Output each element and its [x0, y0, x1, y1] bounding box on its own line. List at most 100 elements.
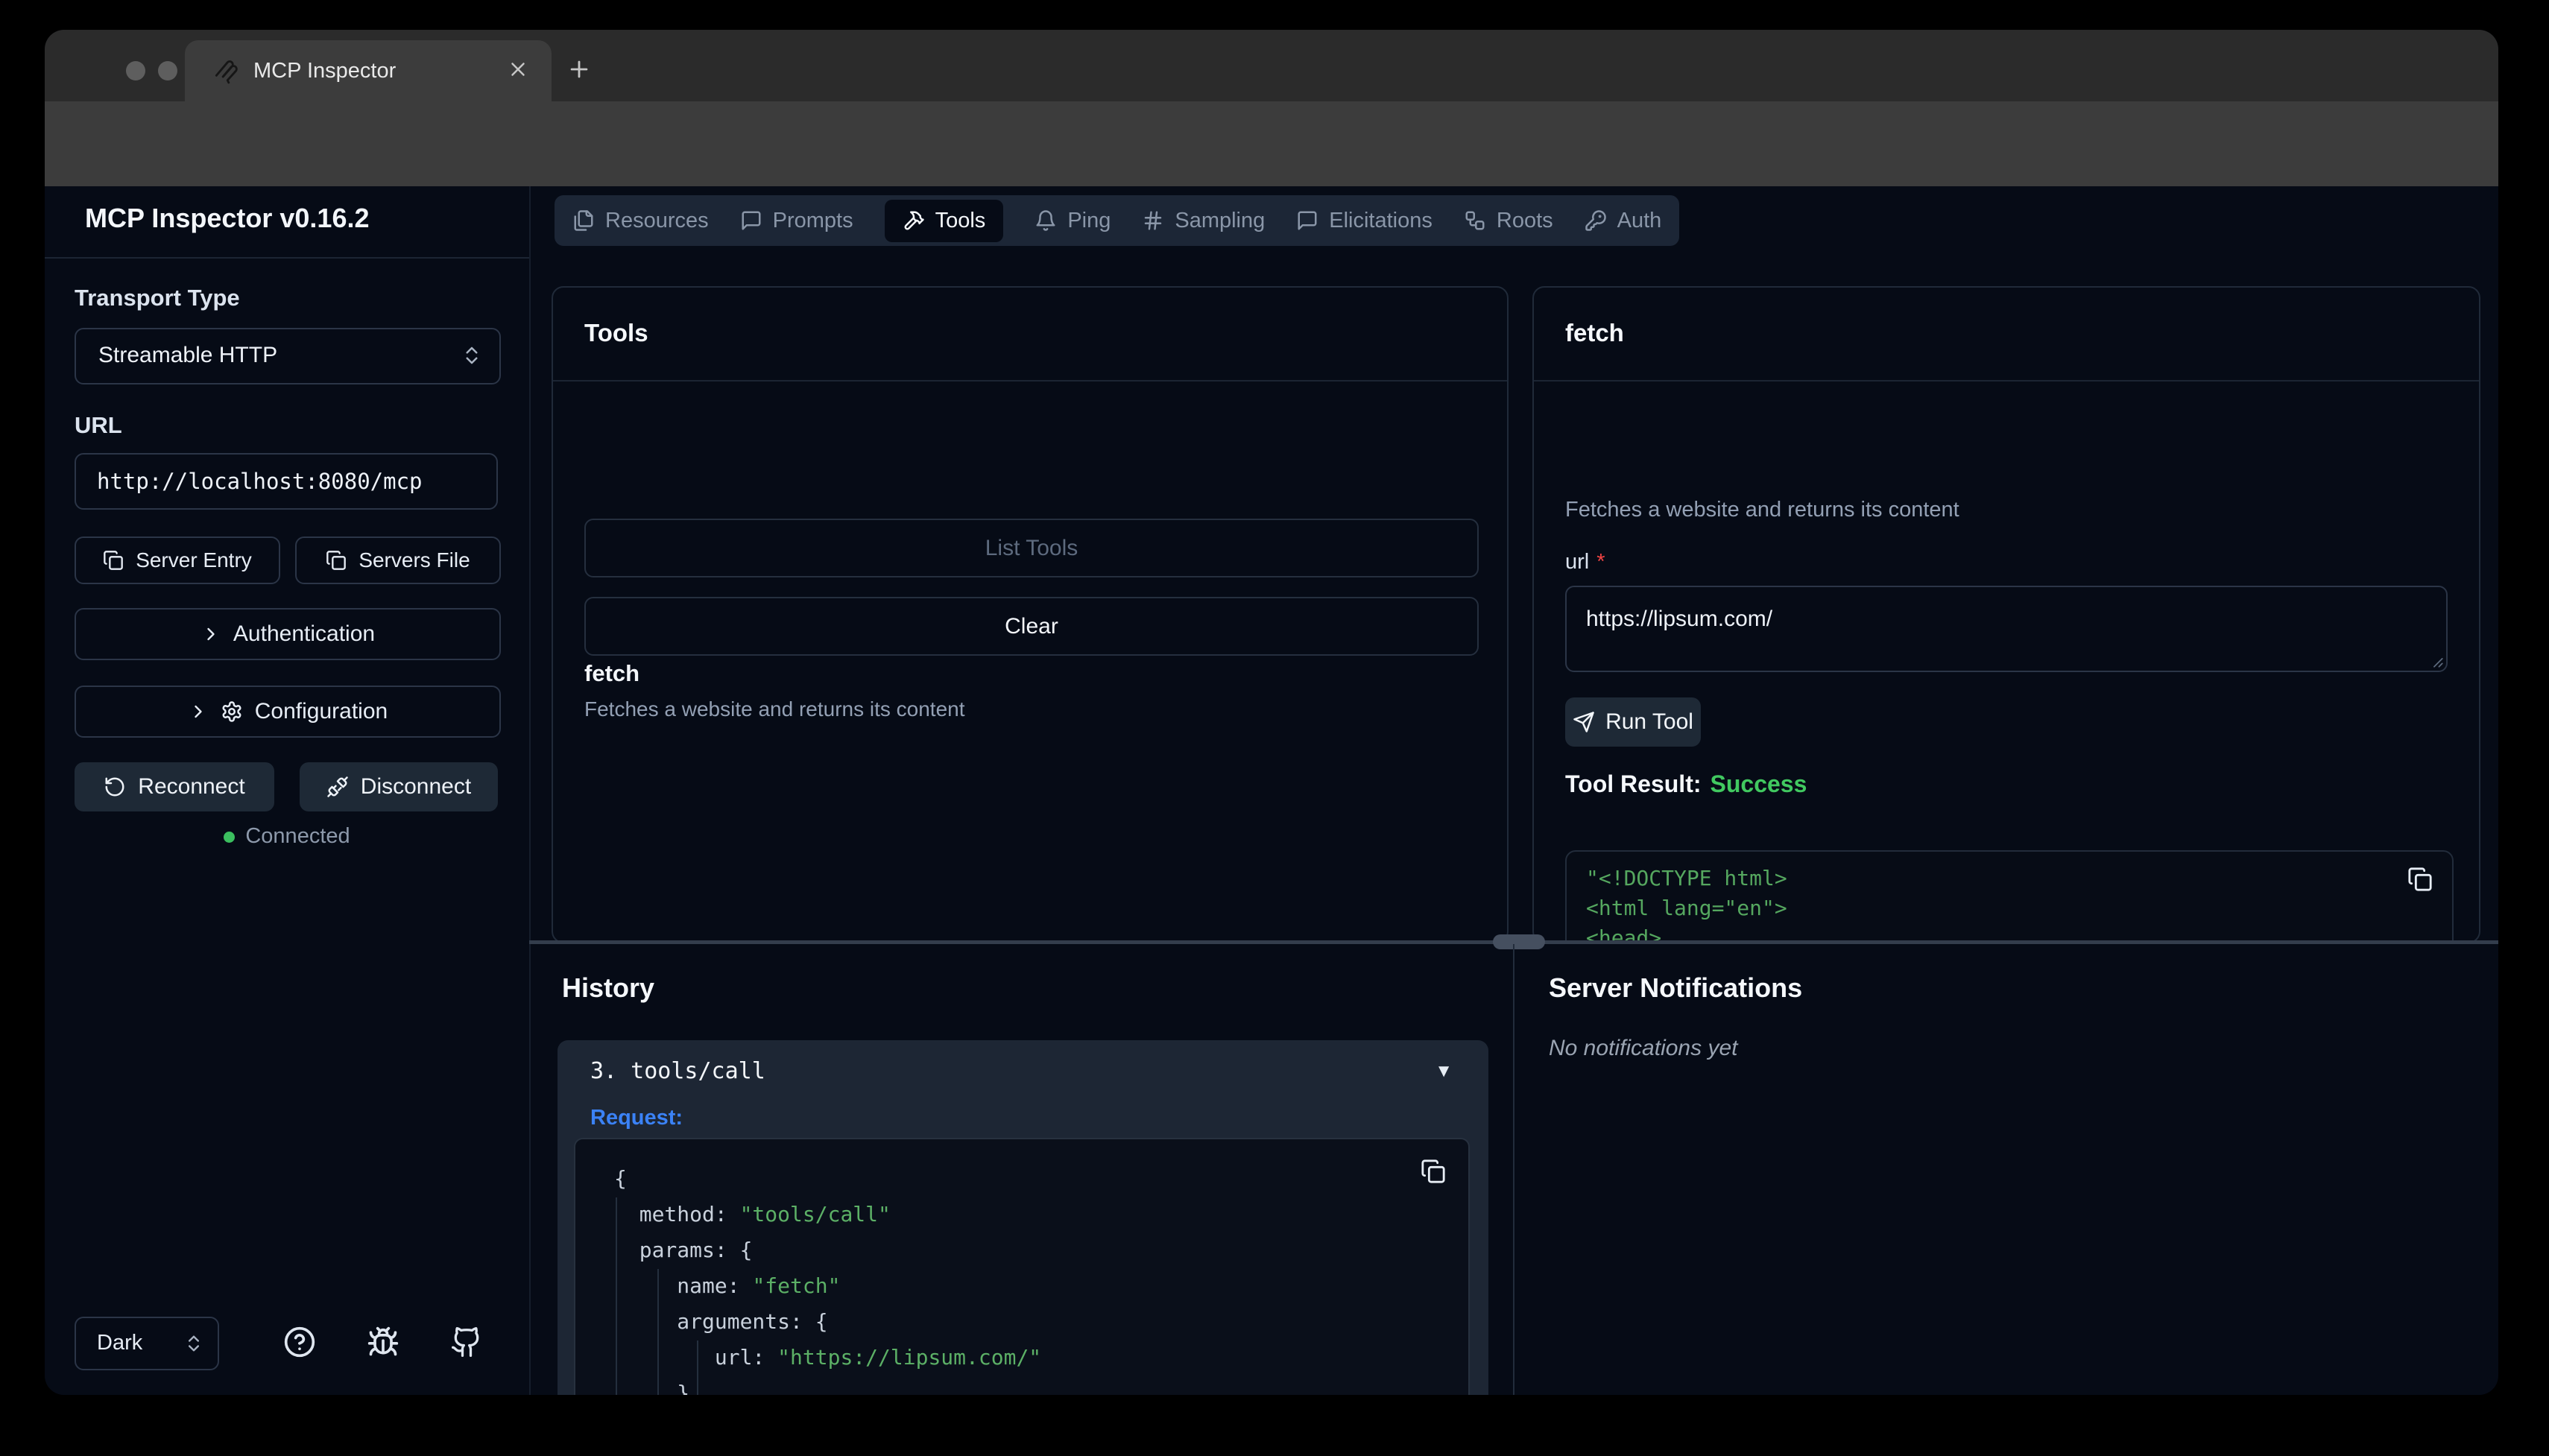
tab-label: Tools — [935, 209, 986, 233]
collapse-caret-icon[interactable]: ▼ — [1435, 1061, 1453, 1082]
tab-close-icon[interactable] — [507, 58, 529, 80]
tab-ping[interactable]: Ping — [1035, 209, 1111, 233]
tab-prompts[interactable]: Prompts — [740, 209, 853, 233]
result-status-badge: Success — [1711, 770, 1807, 797]
github-icon[interactable] — [450, 1326, 483, 1362]
chevron-right-icon — [188, 701, 209, 722]
splitter-grip[interactable] — [1493, 934, 1545, 949]
panel-divider — [1534, 380, 2479, 382]
transport-type-value: Streamable HTTP — [98, 343, 277, 368]
result-code: "<!DOCTYPE html><html lang="en"><head><t… — [1586, 864, 2433, 943]
tool-detail-panel: fetch Fetches a website and returns its … — [1532, 286, 2480, 943]
list-tools-button[interactable]: List Tools — [584, 519, 1479, 577]
tab-label: Sampling — [1175, 209, 1265, 233]
message-square-icon — [1296, 209, 1318, 232]
hash-icon — [1142, 209, 1164, 232]
copy-icon — [103, 550, 124, 571]
result-code-line: "<!DOCTYPE html> — [1586, 864, 2433, 893]
tab-auth[interactable]: Auth — [1585, 209, 1662, 233]
clear-button[interactable]: Clear — [584, 597, 1479, 656]
reconnect-button[interactable]: Reconnect — [75, 762, 274, 811]
tool-detail-title: fetch — [1565, 319, 1624, 347]
app-title: MCP Inspector v0.16.2 — [85, 203, 370, 234]
transport-type-label: Transport Type — [75, 285, 240, 311]
configuration-toggle[interactable]: Configuration — [75, 686, 501, 738]
browser-toolbar: localhost:6274/?MCP_PROXY_AUTH_TOKEN=9e7… — [45, 101, 2498, 186]
server-notifications-title: Server Notifications — [1549, 972, 1802, 1004]
bell-icon — [1035, 209, 1057, 232]
authentication-toggle[interactable]: Authentication — [75, 608, 501, 660]
tool-result-label: Tool Result:Success — [1565, 770, 1807, 798]
request-json-line: arguments: { — [614, 1304, 1468, 1340]
mcp-favicon-icon — [212, 57, 240, 85]
servers-file-label: Servers File — [358, 548, 470, 572]
send-icon — [1573, 711, 1595, 733]
tab-sampling[interactable]: Sampling — [1142, 209, 1265, 233]
request-json-block: { method: "tools/call" params: { name: "… — [574, 1138, 1470, 1395]
servers-file-button[interactable]: Servers File — [295, 536, 501, 584]
request-label: Request: — [590, 1106, 683, 1130]
help-icon[interactable] — [283, 1326, 316, 1358]
resize-handle-icon[interactable] — [2425, 650, 2445, 669]
copy-result-icon[interactable] — [2407, 867, 2433, 892]
gear-icon — [221, 700, 243, 723]
unplug-icon — [326, 776, 349, 798]
bug-icon[interactable] — [367, 1326, 399, 1358]
notifications-empty-text: No notifications yet — [1549, 1036, 1737, 1061]
server-entry-label: Server Entry — [136, 548, 252, 572]
tab-label: Elicitations — [1329, 209, 1433, 233]
tab-resources[interactable]: Resources — [572, 209, 709, 233]
run-tool-label: Run Tool — [1605, 709, 1693, 735]
tab-label: Ping — [1067, 209, 1111, 233]
request-json-line: method: "tools/call" — [614, 1197, 1468, 1232]
app-content: MCP Inspector v0.16.2 Transport Type Str… — [45, 186, 2498, 1395]
list-tools-label: List Tools — [985, 536, 1078, 561]
browser-tab[interactable]: MCP Inspector — [185, 40, 552, 101]
panel-divider — [553, 380, 1507, 382]
copy-request-icon[interactable] — [1421, 1159, 1446, 1184]
request-json-line: name: "fetch" — [614, 1268, 1468, 1304]
message-square-icon — [740, 209, 762, 232]
request-json-line: url: "https://lipsum.com/" — [614, 1340, 1468, 1376]
server-url-input[interactable] — [75, 453, 498, 510]
param-url-label: url* — [1565, 550, 1605, 575]
tool-detail-description: Fetches a website and returns its conten… — [1565, 498, 1959, 522]
key-icon — [1585, 209, 1607, 232]
theme-select[interactable]: Dark — [75, 1317, 219, 1370]
tab-label: Auth — [1617, 209, 1662, 233]
traffic-light-close[interactable] — [126, 61, 145, 80]
history-title: History — [562, 972, 654, 1004]
required-marker: * — [1596, 550, 1605, 574]
status-text: Connected — [245, 824, 350, 848]
server-entry-button[interactable]: Server Entry — [75, 536, 280, 584]
tab-label: Prompts — [773, 209, 853, 233]
transport-type-select[interactable]: Streamable HTTP — [75, 328, 501, 384]
traffic-light-minimize[interactable] — [158, 61, 177, 80]
status-dot — [224, 832, 235, 843]
clear-label: Clear — [1005, 614, 1058, 639]
indent-guide — [616, 1197, 617, 1395]
bottom-panel-divider — [1513, 944, 1514, 1395]
run-tool-button[interactable]: Run Tool — [1565, 697, 1701, 747]
tool-result-output: "<!DOCTYPE html><html lang="en"><head><t… — [1565, 850, 2454, 943]
tools-list-panel: Tools List Tools Clear fetch Fetches a w… — [552, 286, 1509, 943]
copy-icon — [326, 550, 347, 571]
tab-tools[interactable]: Tools — [885, 200, 1004, 242]
history-entry-card: 3. tools/call ▼ Request: { method: "tool… — [558, 1040, 1488, 1395]
new-tab-icon[interactable] — [566, 57, 592, 82]
tool-list-item[interactable]: fetch Fetches a website and returns its … — [584, 660, 1476, 721]
configuration-label: Configuration — [255, 699, 388, 724]
indent-guide — [697, 1341, 698, 1395]
tool-item-name: fetch — [584, 660, 1476, 687]
tab-elicitations[interactable]: Elicitations — [1296, 209, 1433, 233]
disconnect-button[interactable]: Disconnect — [300, 762, 498, 811]
chevrons-up-down-icon — [461, 344, 483, 367]
tab-title: MCP Inspector — [253, 59, 396, 83]
reconnect-label: Reconnect — [138, 774, 244, 800]
browser-window: MCP Inspector localhost:6274/?MCP_PROXY_… — [45, 30, 2498, 1395]
param-url-input[interactable]: https://lipsum.com/ — [1565, 586, 2448, 672]
tab-roots[interactable]: Roots — [1464, 209, 1553, 233]
indent-guide — [657, 1269, 659, 1395]
nav-tabbar: Resources Prompts Tools Ping Sampling El… — [555, 195, 1679, 246]
disconnect-label: Disconnect — [361, 774, 471, 800]
